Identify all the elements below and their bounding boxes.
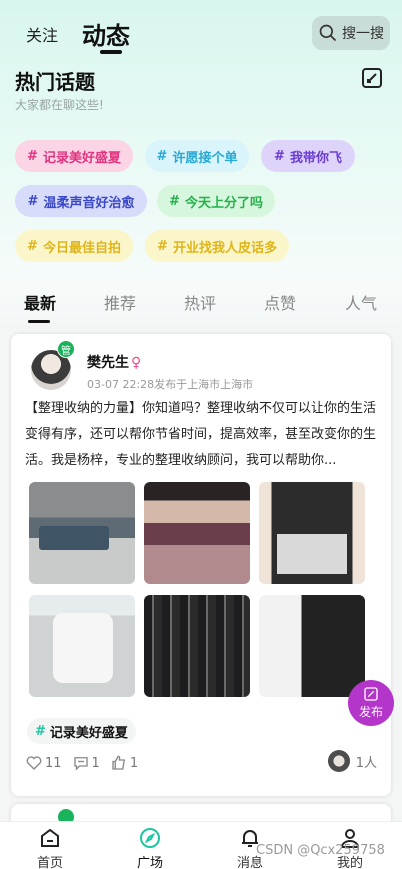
post-card[interactable]: 管 樊先生 ♀ 03-07 22:28发布于上海市上海市 【整理收纳的力量】你知道… [11, 334, 391, 796]
viewers[interactable]: 1人 [327, 750, 377, 772]
viewer-avatar [327, 750, 350, 772]
watermark: CSDN @Qcx259758 [256, 843, 385, 858]
nav-square[interactable]: 广场 [120, 826, 180, 869]
post-stats: 11 1 1 [25, 754, 148, 772]
search-label: 搜一搜 [342, 26, 384, 42]
author-name[interactable]: 樊先生 ♀ [87, 352, 141, 372]
post-photo[interactable] [144, 595, 250, 697]
topic-tag[interactable]: # 记录美好盛夏 [15, 140, 133, 172]
post-meta: 03-07 22:28发布于上海市上海市 [87, 378, 254, 391]
post-photo[interactable] [259, 595, 365, 697]
post-photo[interactable] [144, 482, 250, 584]
post-photo[interactable] [29, 595, 135, 697]
tab-dynamic[interactable]: 动态 [82, 16, 130, 51]
edit-icon [364, 687, 378, 701]
search-icon [319, 24, 337, 42]
tab-recommend[interactable]: 推荐 [104, 290, 136, 314]
topic-tag[interactable]: # 今日最佳自拍 [15, 230, 133, 262]
female-icon: ♀ [131, 355, 142, 371]
feed-tabs: 最新 推荐 热评 点赞 人气 [0, 286, 402, 326]
feed-tab-indicator [28, 320, 50, 323]
heart-icon [26, 756, 42, 770]
compass-icon [140, 828, 160, 848]
topic-tag[interactable]: # 温柔声音好治愈 [15, 185, 147, 217]
top-bar: 关注 动态 搜一搜 [0, 0, 402, 62]
home-icon [41, 828, 59, 847]
comment-icon [73, 757, 88, 771]
like-button[interactable]: 11 [25, 754, 62, 772]
post-photo[interactable] [259, 482, 365, 584]
topic-tag[interactable]: # 许愿接个单 [145, 140, 249, 172]
edit-icon[interactable] [360, 66, 384, 90]
topic-tag[interactable]: # 今天上分了吗 [157, 185, 275, 217]
tab-hot-comments[interactable]: 热评 [184, 290, 216, 314]
active-tab-indicator [100, 50, 122, 54]
topic-tag[interactable]: # 我带你飞 [261, 140, 355, 172]
post-photo[interactable] [29, 482, 135, 584]
tab-follow[interactable]: 关注 [26, 22, 58, 46]
nav-home[interactable]: 首页 [20, 826, 80, 869]
tab-popularity[interactable]: 人气 [345, 290, 377, 314]
thumbs-up-icon [112, 755, 125, 770]
thumbs-up-button[interactable]: 1 [110, 754, 138, 772]
search-button[interactable]: 搜一搜 [312, 16, 390, 50]
hot-topics-title: 热门话题 [15, 70, 95, 94]
admin-badge: 管 [57, 340, 75, 358]
post-topic-tag[interactable]: # 记录美好盛夏 [27, 718, 136, 744]
comment-button[interactable]: 1 [72, 754, 100, 772]
publish-button[interactable]: 发布 [348, 680, 394, 726]
topic-tag[interactable]: # 开业找我人皮话多 [145, 230, 289, 262]
tab-latest[interactable]: 最新 [24, 290, 56, 314]
tab-likes[interactable]: 点赞 [264, 290, 296, 314]
post-text[interactable]: 【整理收纳的力量】你知道吗？整理收纳不仅可以让你的生活变得有序，还可以帮你节省时… [25, 396, 377, 474]
hot-topics-subtitle: 大家都在聊这些! [15, 98, 104, 112]
